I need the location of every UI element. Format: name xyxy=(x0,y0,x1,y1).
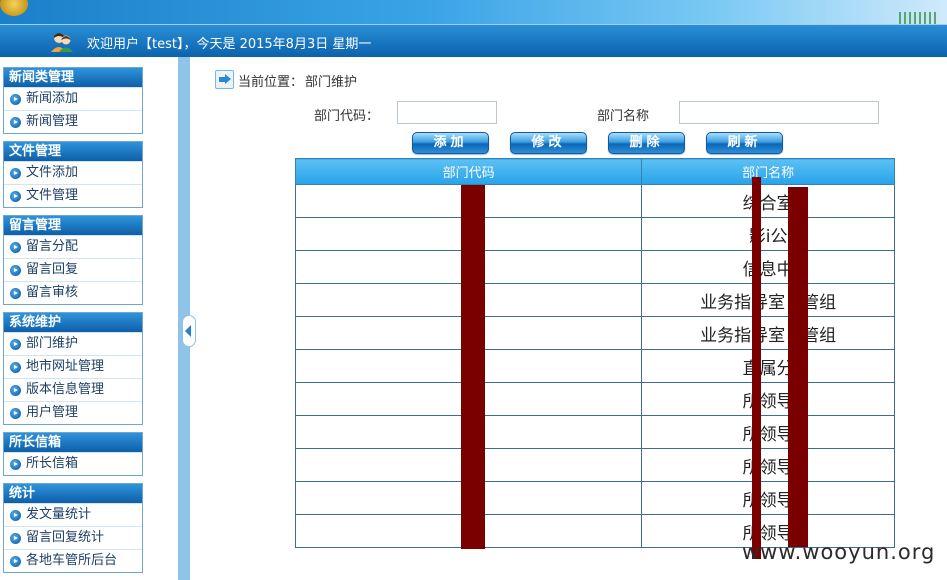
sidebar-item-message-review[interactable]: 留言审核 xyxy=(4,281,142,304)
sidebar-item-department[interactable]: 部门维护 xyxy=(4,332,142,355)
sidebar-item-mailbox[interactable]: 所长信箱 xyxy=(4,452,142,475)
refresh-button[interactable]: 刷新 xyxy=(706,132,783,154)
sidebar-item-news-add[interactable]: 新闻添加 xyxy=(4,87,142,110)
department-name-cell: 所领导 xyxy=(641,415,895,449)
watermark-text: www.wooyun.org xyxy=(742,540,936,564)
sidebar-item-label: 留言审核 xyxy=(26,285,79,300)
breadcrumb-label: 当前位置： xyxy=(238,75,304,90)
redaction-bar xyxy=(788,187,808,547)
sidebar-item-message-reply[interactable]: 留言回复 xyxy=(4,258,142,281)
arrow-bullet-icon xyxy=(10,510,21,521)
arrow-bullet-icon xyxy=(10,533,21,544)
arrow-bullet-icon xyxy=(10,94,21,105)
menu-group-mailbox: 所长信箱 所长信箱 xyxy=(3,432,143,476)
edit-button[interactable]: 修改 xyxy=(510,132,587,154)
sidebar-item-label: 版本信息管理 xyxy=(26,382,105,397)
sidebar-item-version-info[interactable]: 版本信息管理 xyxy=(4,378,142,401)
arrow-bullet-icon xyxy=(10,385,21,396)
department-name-cell: 所领导 xyxy=(641,448,895,482)
department-name-cell: 所领导 xyxy=(641,481,895,515)
arrow-bullet-icon xyxy=(10,288,21,299)
arrow-bullet-icon xyxy=(10,459,21,470)
sidebar-item-label: 留言回复统计 xyxy=(26,530,105,545)
main-content: 当前位置： 部门维护 部门代码： 部门名称 添加 修改 删除 刷新 部门代码 部… xyxy=(190,57,947,580)
sidebar-item-reply-stats[interactable]: 留言回复统计 xyxy=(4,526,142,549)
department-name-cell: 影i公 xyxy=(641,217,895,251)
column-header-code: 部门代码 xyxy=(294,158,643,185)
sidebar-item-file-manage[interactable]: 文件管理 xyxy=(4,184,142,207)
sidebar-item-label: 新闻管理 xyxy=(26,114,79,129)
menu-group-title[interactable]: 留言管理 xyxy=(4,216,142,235)
add-button[interactable]: 添加 xyxy=(412,132,489,154)
sidebar-menu: 新闻类管理 新闻添加 新闻管理 文件管理 文件添加 文件管理 留言管理 留言分配… xyxy=(3,67,143,580)
arrow-right-icon xyxy=(215,70,234,89)
sidebar-item-file-add[interactable]: 文件添加 xyxy=(4,161,142,184)
sidebar-item-label: 部门维护 xyxy=(26,336,79,351)
arrow-bullet-icon xyxy=(10,265,21,276)
menu-group-title[interactable]: 文件管理 xyxy=(4,142,142,161)
department-name-input[interactable] xyxy=(679,101,879,124)
menu-group-system: 系统维护 部门维护 地市网址管理 版本信息管理 用户管理 xyxy=(3,312,143,425)
department-name-cell: 信息中 xyxy=(641,250,895,284)
department-name-cell: 业务指导室 管组 xyxy=(641,283,895,317)
sidebar-item-label: 留言分配 xyxy=(26,239,79,254)
menu-group-news: 新闻类管理 新闻添加 新闻管理 xyxy=(3,67,143,134)
sidebar-item-label: 所长信箱 xyxy=(26,456,79,471)
sidebar-item-label: 用户管理 xyxy=(26,405,79,420)
users-icon xyxy=(51,33,73,52)
menu-group-messages: 留言管理 留言分配 留言回复 留言审核 xyxy=(3,215,143,305)
department-name-label: 部门名称 xyxy=(597,109,650,124)
menu-group-title[interactable]: 统计 xyxy=(4,484,142,503)
table-header-row: 部门代码 部门名称 xyxy=(294,158,895,185)
sidebar-item-label: 文件管理 xyxy=(26,188,79,203)
sidebar-item-label: 文件添加 xyxy=(26,165,79,180)
department-name-cell: 业务指导室 管组 xyxy=(641,316,895,350)
sidebar-item-label: 留言回复 xyxy=(26,262,79,277)
arrow-bullet-icon xyxy=(10,191,21,202)
menu-group-files: 文件管理 文件添加 文件管理 xyxy=(3,141,143,208)
sidebar-item-label: 发文量统计 xyxy=(26,507,92,522)
department-code-input[interactable] xyxy=(397,101,497,124)
sidebar-item-label: 新闻添加 xyxy=(26,91,79,106)
menu-group-title[interactable]: 所长信箱 xyxy=(4,433,142,452)
column-header-name: 部门名称 xyxy=(641,158,895,185)
sidebar-item-label: 地市网址管理 xyxy=(26,359,105,374)
welcome-bar: 欢迎用户【test】，今天是 2015年8月3日 星期一 xyxy=(0,24,947,57)
sidebar-item-message-assign[interactable]: 留言分配 xyxy=(4,235,142,258)
sidebar: 新闻类管理 新闻添加 新闻管理 文件管理 文件添加 文件管理 留言管理 留言分配… xyxy=(0,57,196,580)
menu-group-title[interactable]: 新闻类管理 xyxy=(4,68,142,87)
banner-decoration xyxy=(899,12,937,24)
sidebar-item-branch-backend[interactable]: 各地车管所后台 xyxy=(4,549,142,572)
sidebar-item-doc-stats[interactable]: 发文量统计 xyxy=(4,503,142,526)
welcome-text: 欢迎用户【test】，今天是 2015年8月3日 星期一 xyxy=(87,37,372,52)
arrow-bullet-icon xyxy=(10,168,21,179)
breadcrumb-current: 部门维护 xyxy=(305,75,358,90)
redaction-bar xyxy=(752,177,761,559)
arrow-bullet-icon xyxy=(10,556,21,567)
delete-button[interactable]: 删除 xyxy=(608,132,685,154)
department-name-cell: 所领导 xyxy=(641,382,895,416)
department-code-label: 部门代码： xyxy=(314,109,380,124)
department-name-cell: 综合室 xyxy=(641,184,895,218)
sidebar-item-city-urls[interactable]: 地市网址管理 xyxy=(4,355,142,378)
arrow-bullet-icon xyxy=(10,339,21,350)
department-name-cell: 直属分 xyxy=(641,349,895,383)
emblem-icon xyxy=(0,0,28,16)
arrow-bullet-icon xyxy=(10,408,21,419)
top-banner xyxy=(0,0,947,24)
menu-group-stats: 统计 发文量统计 留言回复统计 各地车管所后台 xyxy=(3,483,143,573)
arrow-bullet-icon xyxy=(10,242,21,253)
sidebar-item-label: 各地车管所后台 xyxy=(26,553,118,568)
menu-group-title[interactable]: 系统维护 xyxy=(4,313,142,332)
arrow-bullet-icon xyxy=(10,362,21,373)
sidebar-item-users[interactable]: 用户管理 xyxy=(4,401,142,424)
redaction-bar xyxy=(461,185,485,549)
sidebar-item-news-manage[interactable]: 新闻管理 xyxy=(4,110,142,133)
arrow-bullet-icon xyxy=(10,117,21,128)
